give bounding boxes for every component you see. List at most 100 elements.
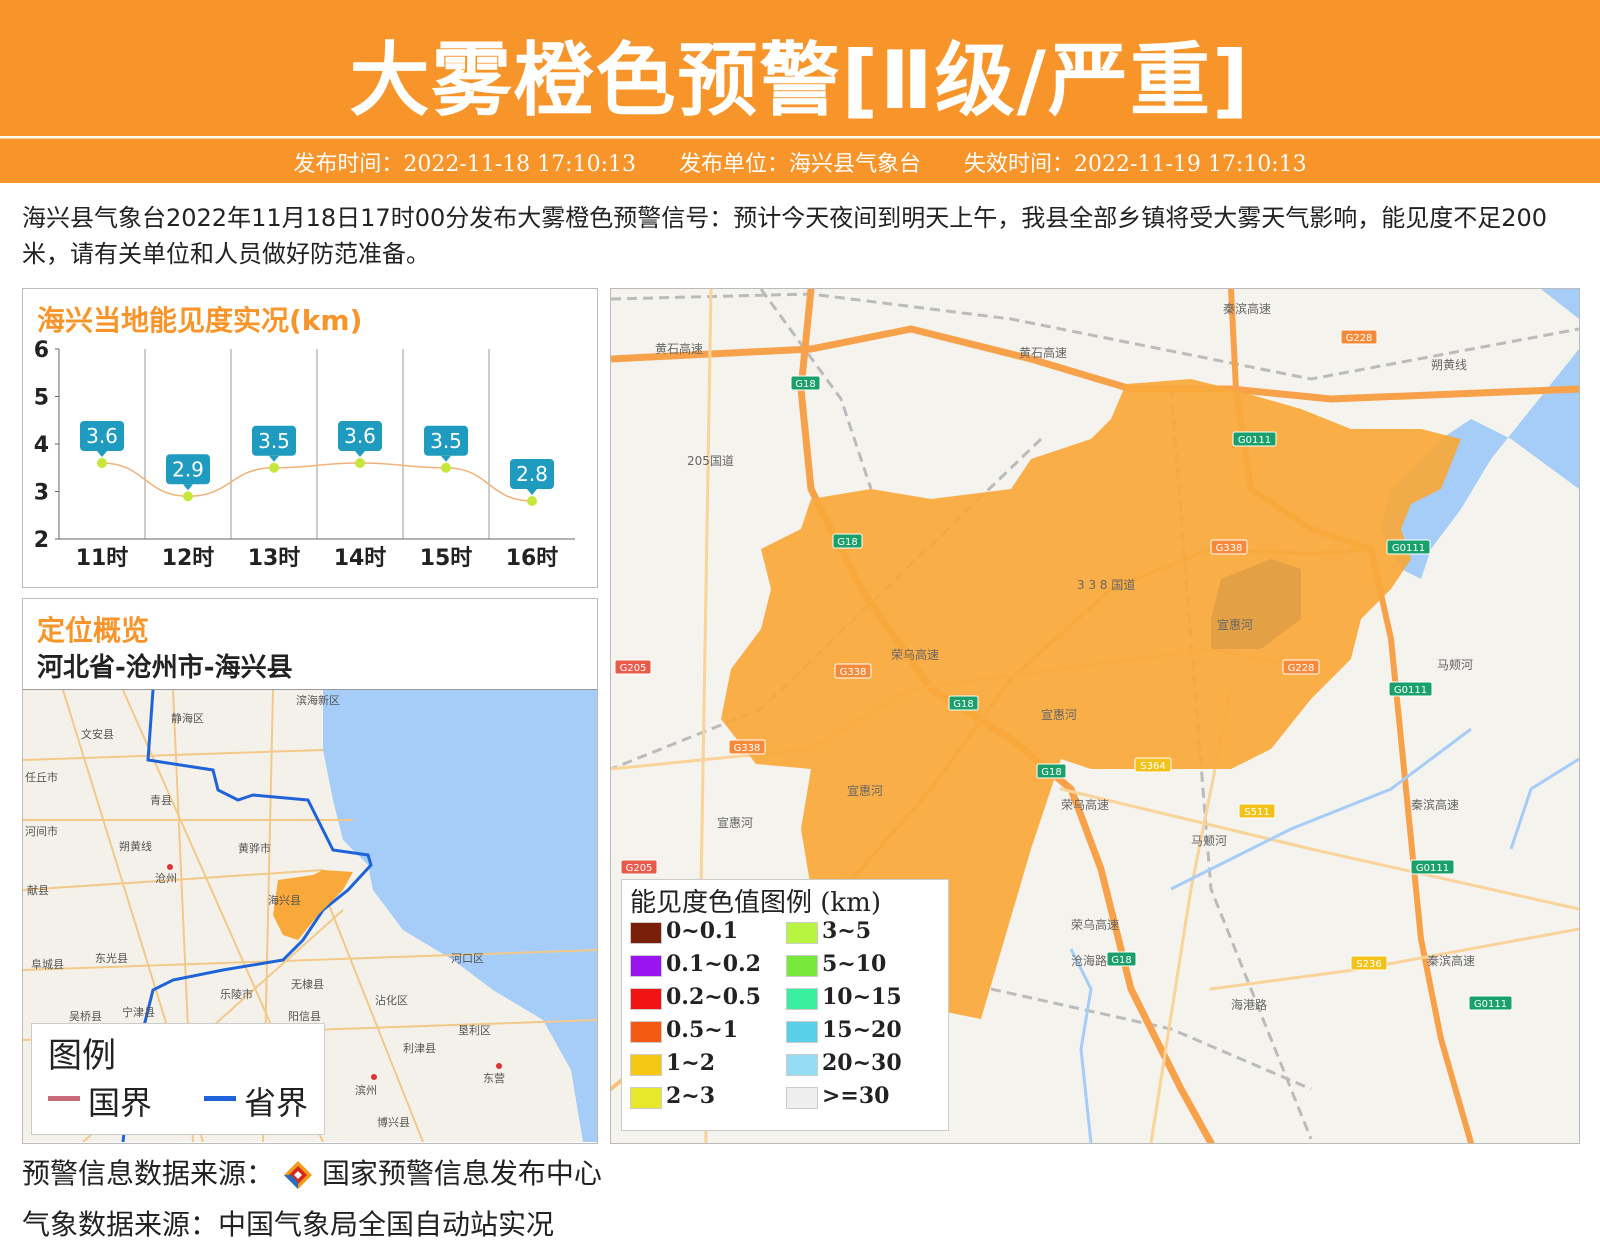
road-label: 秦滨高速 <box>1223 301 1271 316</box>
data-label: 3.5 <box>252 425 296 462</box>
road-label: 宣惠河 <box>1041 707 1077 722</box>
legend-label: 0.1~0.2 <box>666 951 761 977</box>
road-shield: G338 <box>728 739 766 755</box>
place-label: 青县 <box>150 794 172 807</box>
place-label: 海兴县 <box>268 893 301 907</box>
svg-text:G338: G338 <box>734 743 761 754</box>
provincial-border-label: 省界 <box>244 1084 309 1122</box>
road-shield: G205 <box>620 859 658 875</box>
visibility-chart-panel: 海兴当地能见度实况(km) 2 3 4 5 6 11时 12时 13时 14时 15时 16时 3.6… <box>22 288 598 588</box>
svg-text:秦滨高速: 秦滨高速 <box>1223 301 1271 316</box>
road-shield: G0111 <box>1410 859 1455 875</box>
svg-text:G18: G18 <box>1111 955 1131 966</box>
legend-swatch <box>630 1021 662 1043</box>
svg-text:秦滨高速: 秦滨高速 <box>1427 953 1475 968</box>
legend-swatch <box>630 988 662 1010</box>
place-label: 乐陵市 <box>220 987 253 1001</box>
road-label: 海港路 <box>1231 997 1267 1012</box>
place-label: 无棣县 <box>291 978 324 991</box>
svg-text:G0111: G0111 <box>1392 543 1425 554</box>
road-label: 205国道 <box>687 454 734 468</box>
road-shield: G338 <box>1210 539 1248 555</box>
place-label: 宁津县 <box>122 1005 155 1019</box>
warning-description: 海兴县气象台2022年11月18日17时00分发布大雾橙色预警信号：预计今天夜间… <box>22 204 1548 268</box>
svg-text:秦滨高速: 秦滨高速 <box>1411 797 1459 812</box>
overview-legend: 图例 国界 省界 <box>31 1023 325 1135</box>
warning-center-logo-icon <box>283 1160 313 1190</box>
warning-source-label: 预警信息数据来源： <box>22 1157 275 1190</box>
road-shield: G0111 <box>1386 539 1431 555</box>
legend-label: 5~10 <box>822 951 887 977</box>
place-label: 静海区 <box>171 711 204 725</box>
svg-text:G18: G18 <box>953 699 973 710</box>
national-border-label: 国界 <box>88 1084 153 1122</box>
y-tick-label: 4 <box>34 433 49 458</box>
place-label: 阜城县 <box>31 958 64 971</box>
road-label: 荣乌高速 <box>891 647 939 662</box>
place-label: 朔黄线 <box>119 839 152 853</box>
legend-swatch <box>786 1087 818 1109</box>
x-tick-label: 11时 <box>76 546 129 571</box>
legend-swatch <box>786 955 818 977</box>
road-shield: G228 <box>1282 659 1320 675</box>
svg-text:G0111: G0111 <box>1416 863 1449 874</box>
data-label: 3.6 <box>338 421 382 457</box>
svg-text:3.5: 3.5 <box>430 429 462 453</box>
road-label: 马颊河 <box>1437 658 1473 672</box>
road-label: 秦滨高速 <box>1411 797 1459 812</box>
data-label: 3.5 <box>424 425 468 462</box>
data-label: 3.6 <box>80 421 124 457</box>
road-label: 宣惠河 <box>1217 617 1253 632</box>
place-label: 阳信县 <box>288 1010 321 1023</box>
road-label: 黄石高速 <box>655 341 703 356</box>
place-label: 博兴县 <box>377 1116 410 1129</box>
svg-text:G0111: G0111 <box>1394 685 1427 696</box>
svg-text:G18: G18 <box>1041 767 1061 778</box>
location-path: 河北省-沧州市-海兴县 <box>37 653 293 683</box>
legend-label: 20~30 <box>822 1050 902 1076</box>
publisher: 发布单位：海兴县气象台 <box>678 152 921 177</box>
warning-source: 预警信息数据来源： 国家预警信息发布中心 <box>22 1152 602 1192</box>
legend-label: 2~3 <box>666 1083 716 1109</box>
svg-text:G0111: G0111 <box>1474 999 1507 1010</box>
legend-swatch <box>786 922 818 944</box>
main-map-panel: 黄石高速 黄石高速 秦滨高速 205国道 G18 G18 G18 G18 G18 G228 G228… <box>610 288 1580 1144</box>
svg-text:3.6: 3.6 <box>86 424 118 448</box>
road-shield: S364 <box>1134 757 1172 773</box>
place-label: 滨海新区 <box>296 693 340 707</box>
legend-swatch <box>630 955 662 977</box>
warning-source-org: 国家预警信息发布中心 <box>321 1157 602 1190</box>
svg-text:马颊河: 马颊河 <box>1191 834 1227 848</box>
svg-text:G18: G18 <box>837 537 857 548</box>
data-label: 2.8 <box>510 459 554 495</box>
svg-text:2.8: 2.8 <box>516 462 548 486</box>
data-point <box>527 496 537 506</box>
location-panel: 定位概览 河北省-沧州市-海兴县 滨海新区 静海区 文安县 青县 任丘市 河间市 朔黄线 黄骅… <box>22 598 598 1144</box>
place-label: 垦利区 <box>458 1024 491 1037</box>
svg-text:S364: S364 <box>1140 761 1165 772</box>
place-label: 利津县 <box>403 1042 436 1055</box>
place-label: 黄骅市 <box>238 841 271 855</box>
x-tick-label: 14时 <box>334 546 387 571</box>
legend-label: 10~15 <box>822 984 902 1010</box>
svg-text:宣惠河: 宣惠河 <box>1217 617 1253 632</box>
legend-swatch <box>630 1087 662 1109</box>
svg-text:3.5: 3.5 <box>258 429 290 453</box>
road-shield: G205 <box>614 659 652 675</box>
road-shield: G18 <box>1036 763 1067 779</box>
road-shield: G0111 <box>1232 431 1277 447</box>
legend-label: 0.2~0.5 <box>666 984 761 1010</box>
svg-text:黄石高速: 黄石高速 <box>1019 345 1067 360</box>
page-title: 大雾橙色预警[Ⅱ级/严重] <box>349 34 1251 127</box>
visibility-line-chart: 2 3 4 5 6 11时 12时 13时 14时 15时 16时 3.6 2.9 3.5 3.6 3.5 2.… <box>34 338 575 571</box>
place-label: 献县 <box>27 883 49 897</box>
legend-label: 15~20 <box>822 1017 902 1043</box>
legend-label: 0.5~1 <box>666 1017 739 1043</box>
road-label: 宣惠河 <box>847 783 883 798</box>
svg-text:G228: G228 <box>1288 663 1315 674</box>
svg-text:G205: G205 <box>620 663 647 674</box>
x-tick-label: 12时 <box>162 546 215 571</box>
road-shield: G228 <box>1340 329 1378 345</box>
svg-text:宣惠河: 宣惠河 <box>847 783 883 798</box>
svg-text:沧海路: 沧海路 <box>1071 953 1107 968</box>
